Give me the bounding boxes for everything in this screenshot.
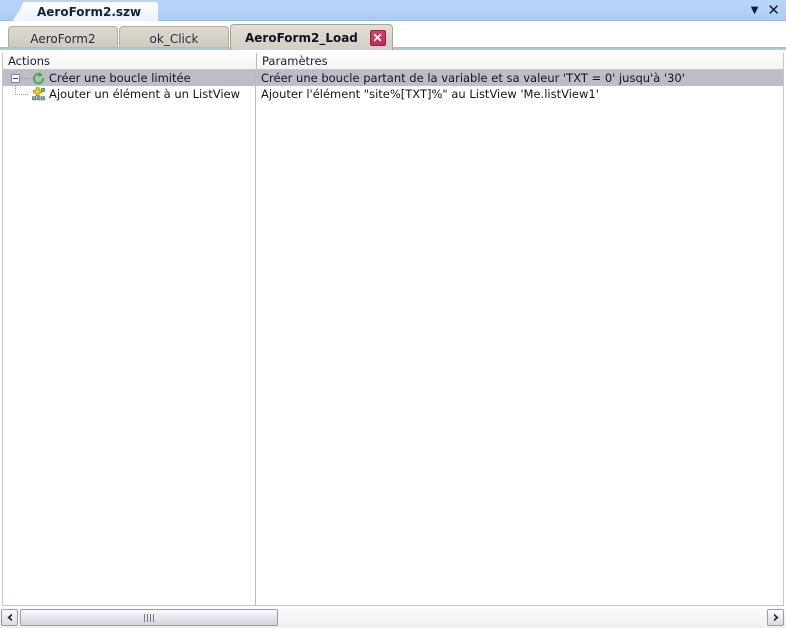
document-tab[interactable]: AeroForm2.szw: [22, 2, 159, 21]
tab-aeroform2-load[interactable]: AeroForm2_Load: [230, 24, 393, 50]
column-header-parameters[interactable]: Paramètres: [256, 53, 783, 69]
tree-line: [15, 94, 28, 96]
tree-gutter: [3, 70, 49, 86]
close-icon[interactable]: ✕: [767, 3, 780, 18]
table-row-parameters-label: Créer une boucle partant de la variable …: [261, 71, 685, 85]
grip-icon: [144, 613, 154, 622]
tab-label: ok_Click: [149, 31, 199, 46]
scrollbar-thumb[interactable]: [20, 609, 278, 626]
column-header-parameters-label: Paramètres: [262, 54, 328, 68]
horizontal-scrollbar[interactable]: [0, 608, 786, 628]
title-bar-buttons: ▼ ✕: [751, 0, 780, 21]
title-bar: AeroForm2.szw ▼ ✕: [0, 0, 786, 21]
actions-tree-grid: Créer une boucle limitée Créer une boucl…: [3, 70, 783, 605]
tree-line: [21, 78, 31, 80]
table-row-action-label: Créer une boucle limitée: [49, 71, 191, 85]
column-header-row: Actions Paramètres: [3, 53, 783, 70]
add-listview-item-icon: [31, 87, 46, 102]
tab-label: AeroForm2: [30, 31, 96, 46]
arrow-left-icon[interactable]: [1, 609, 18, 626]
table-row-action-label: Ajouter un élément à un ListView: [49, 87, 240, 101]
table-row[interactable]: Créer une boucle limitée Créer une boucl…: [3, 70, 783, 86]
actions-panel: Actions Paramètres Créer une boucle limi…: [2, 53, 784, 606]
column-header-actions-label: Actions: [8, 54, 51, 68]
application-window: AeroForm2.szw ▼ ✕ AeroForm2 ok_Click Aer…: [0, 0, 786, 628]
document-tab-label: AeroForm2.szw: [37, 5, 142, 19]
chevron-down-icon[interactable]: ▼: [751, 5, 759, 16]
table-row-parameters-cell: Créer une boucle partant de la variable …: [256, 70, 783, 86]
table-row-action-cell: Ajouter un élément à un ListView: [3, 86, 255, 102]
table-row[interactable]: Ajouter un élément à un ListView Ajouter…: [3, 86, 783, 102]
column-splitter[interactable]: [255, 70, 256, 605]
table-row-action-cell: Créer une boucle limitée: [3, 70, 255, 86]
collapse-toggle-icon[interactable]: [11, 74, 20, 83]
tab-strip: AeroForm2 ok_Click AeroForm2_Load: [0, 21, 786, 50]
tab-strip-underline: [0, 47, 786, 50]
column-header-actions[interactable]: Actions: [3, 53, 255, 69]
tab-label: AeroForm2_Load: [245, 30, 358, 45]
tree-gutter: [3, 86, 49, 102]
table-row-parameters-cell: Ajouter l'élément "site%[TXT]%" au ListV…: [256, 86, 783, 102]
close-tab-icon[interactable]: [369, 29, 386, 46]
table-row-parameters-label: Ajouter l'élément "site%[TXT]%" au ListV…: [261, 87, 599, 101]
loop-arrow-icon: [31, 71, 46, 86]
arrow-right-icon[interactable]: [767, 609, 784, 626]
